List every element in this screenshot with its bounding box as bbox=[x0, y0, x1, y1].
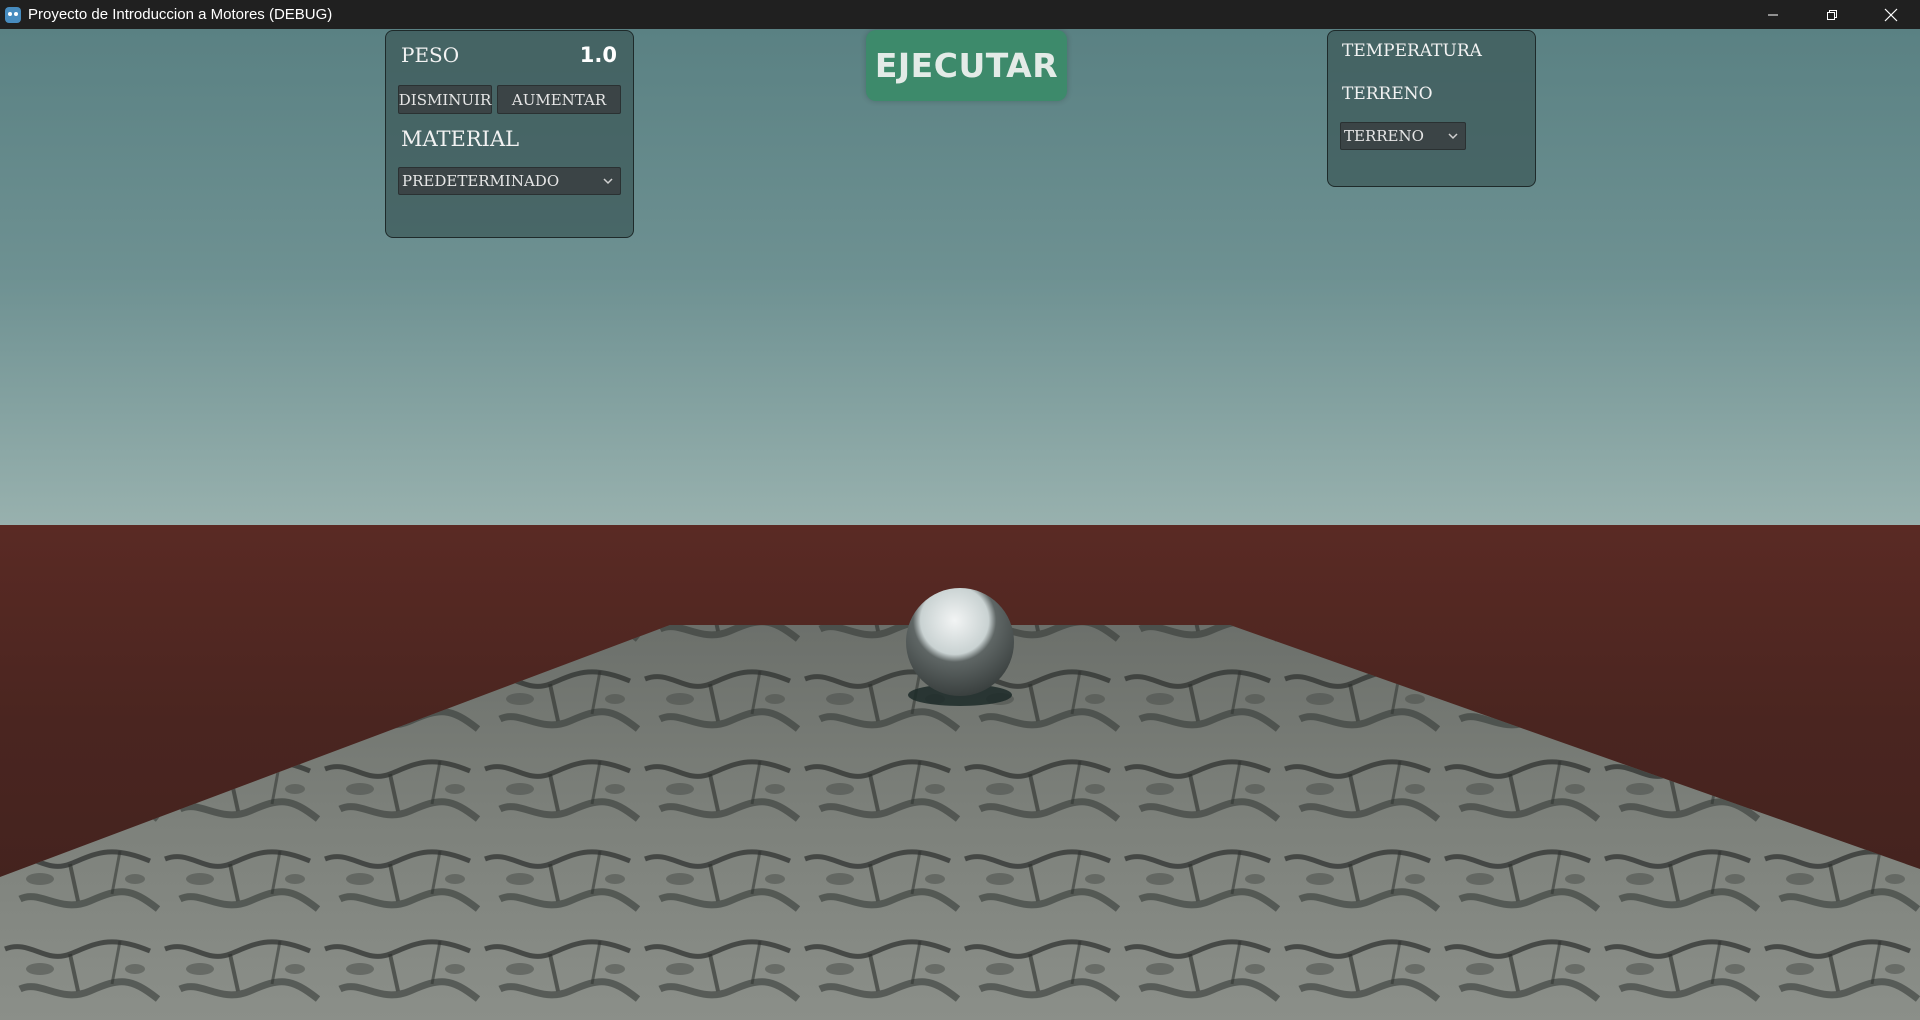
terrain-label: TERRENO bbox=[1342, 84, 1433, 104]
close-button[interactable] bbox=[1861, 0, 1920, 29]
game-viewport[interactable]: PESO 1.0 DISMINUIR AUMENTAR MATERIAL PRE… bbox=[0, 29, 1920, 1020]
close-icon bbox=[1884, 8, 1897, 21]
material-dropdown[interactable]: PREDETERMINADO bbox=[398, 167, 621, 195]
minimize-icon bbox=[1767, 14, 1778, 15]
material-dropdown-value: PREDETERMINADO bbox=[402, 172, 560, 190]
run-button[interactable]: EJECUTAR bbox=[866, 30, 1067, 101]
ball bbox=[906, 588, 1014, 696]
decrease-button[interactable]: DISMINUIR bbox=[398, 85, 492, 114]
weight-label: PESO bbox=[401, 43, 460, 67]
game-window: Proyecto de Introduccion a Motores (DEBU… bbox=[0, 0, 1920, 1020]
godot-app-icon bbox=[5, 6, 21, 23]
weight-material-panel: PESO 1.0 DISMINUIR AUMENTAR MATERIAL PRE… bbox=[385, 30, 634, 238]
window-controls bbox=[1743, 0, 1920, 29]
minimize-button[interactable] bbox=[1743, 0, 1802, 29]
restore-button[interactable] bbox=[1802, 0, 1861, 29]
chevron-down-icon bbox=[603, 178, 613, 185]
title-bar: Proyecto de Introduccion a Motores (DEBU… bbox=[0, 0, 1920, 29]
window-title: Proyecto de Introduccion a Motores (DEBU… bbox=[28, 6, 333, 23]
terrain-dropdown-value: TERRENO bbox=[1344, 127, 1424, 145]
increase-button[interactable]: AUMENTAR bbox=[497, 85, 621, 114]
temperature-terrain-panel: TEMPERATURA TERRENO TERRENO bbox=[1327, 30, 1536, 187]
restore-icon bbox=[1826, 9, 1837, 20]
chevron-down-icon bbox=[1448, 133, 1458, 140]
material-label: MATERIAL bbox=[401, 127, 520, 151]
temperature-label: TEMPERATURA bbox=[1342, 41, 1482, 61]
terrain-dropdown[interactable]: TERRENO bbox=[1340, 122, 1466, 150]
weight-value: 1.0 bbox=[579, 43, 617, 67]
scene-3d bbox=[0, 588, 1920, 1020]
